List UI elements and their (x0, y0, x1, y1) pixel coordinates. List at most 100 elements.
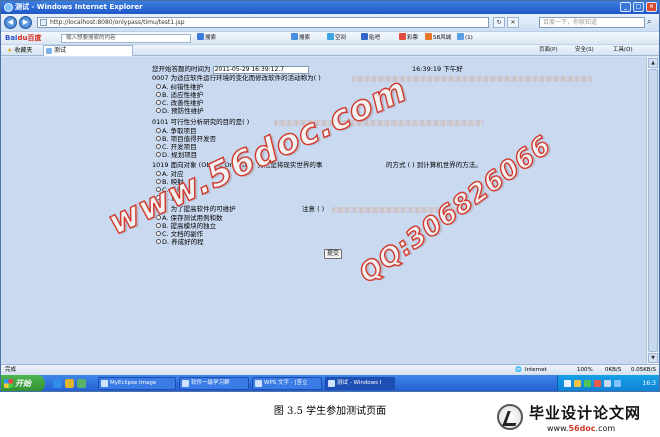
scroll-up-icon[interactable]: ▲ (648, 58, 658, 68)
q2-option-b[interactable]: B. 项目值得开发否 (156, 135, 216, 143)
question-2: 0101 可行性分析研究的目的是( ) (152, 118, 250, 126)
radio-button (156, 84, 161, 89)
obscured-text (332, 207, 472, 213)
safety-menu[interactable]: 安全(S) (575, 45, 594, 56)
security-zone: Internet (525, 367, 547, 373)
q2-option-d[interactable]: D. 规划项目 (156, 151, 197, 159)
radio-button (156, 223, 161, 228)
space-icon (327, 33, 334, 40)
tieba-icon (361, 33, 368, 40)
forward-button[interactable]: ▶ (19, 16, 32, 29)
baidu-logo: Baidu百度 (5, 34, 42, 42)
system-tray: 16:3 (557, 375, 659, 391)
search-icon (291, 33, 298, 40)
page-icon (46, 48, 52, 54)
ie-window: 测试 - Windows Internet Explorer _ □ × ◀ ▶… (0, 0, 660, 392)
site-logo: 毕业设计论文网 www.56doc.com (497, 400, 657, 436)
tray-icon (564, 380, 571, 387)
radio-button (156, 187, 161, 192)
q4-option-b[interactable]: B. 提高模块的独立 (156, 222, 216, 230)
start-button[interactable]: 开始 (1, 375, 45, 391)
question-4: 1101 为了提高软件的可维护 (152, 205, 236, 213)
scroll-down-icon[interactable]: ▼ (648, 353, 658, 363)
logo-url: www.56doc.com (547, 424, 616, 433)
q4-option-d[interactable]: D. 养成好的程 (156, 238, 204, 246)
refresh-icon[interactable]: ↻ (493, 17, 505, 28)
task-ie[interactable]: 测试 - Windows I (325, 377, 395, 390)
radio-button (156, 128, 161, 133)
clock-text: 16:39:19 下午好 (412, 65, 463, 73)
radio-button (156, 136, 161, 141)
window-controls: _ □ × (620, 2, 657, 12)
ie-icon (4, 3, 13, 12)
task-wps[interactable]: WPS 文字 - [答立 (252, 377, 322, 390)
radio-button (156, 144, 161, 149)
q3-option-b[interactable]: B. 映射 (156, 178, 184, 186)
radio-button (156, 108, 161, 113)
sb-icon (425, 33, 432, 40)
obscured-text (352, 76, 592, 82)
maximize-button[interactable]: □ (633, 2, 644, 12)
logo-title: 毕业设计论文网 (529, 404, 642, 422)
q3-option-c[interactable]: C. 反映 (156, 186, 184, 194)
taskbar: 开始 MyEclipse Image 软件一级学习群 WPS 文字 - [答立 … (1, 375, 659, 391)
logo-emblem-icon (497, 404, 523, 430)
submit-button[interactable]: 提交 (324, 249, 342, 259)
task-qq-group[interactable]: 软件一级学习群 (179, 377, 249, 390)
task-myeclipse[interactable]: MyEclipse Image (98, 377, 176, 390)
radio-button (156, 152, 161, 157)
radio-button (156, 179, 161, 184)
url-text: http://localhost:8080/onlypass/timu/test… (50, 19, 185, 26)
q2-option-a[interactable]: A. 争取项目 (156, 127, 196, 135)
q3-option-d[interactable]: D. 反射 (156, 194, 184, 202)
ie-quicklaunch-icon[interactable] (53, 379, 62, 388)
close-button[interactable]: × (646, 2, 657, 12)
tab-test[interactable]: 测试 (43, 45, 133, 56)
globe-icon: 🌐 (515, 367, 522, 373)
q4-option-a[interactable]: A. 保存测试用例和数 (156, 214, 222, 222)
radio-button (156, 231, 161, 236)
search-input[interactable]: 百度一下，你就知道 (539, 17, 645, 28)
tray-icon (584, 380, 591, 387)
tray-icon (604, 380, 611, 387)
q3-option-a[interactable]: A. 对应 (156, 170, 183, 178)
start-time-field[interactable]: 2011-05-29 16:39:12.7 (212, 66, 309, 74)
window-title: 测试 - Windows Internet Explorer (15, 3, 143, 11)
stop-icon[interactable]: ✕ (507, 17, 519, 28)
baidu-search-input[interactable]: 输入想要搜索的内容 (61, 34, 191, 43)
zoom-level[interactable]: 100% (577, 365, 593, 375)
tray-icon (594, 380, 601, 387)
q2-option-c[interactable]: C. 开发项目 (156, 143, 197, 151)
watermark-site: www.56doc.com (101, 69, 414, 244)
q1-option-c[interactable]: C. 改善性维护 (156, 99, 203, 107)
q1-option-d[interactable]: D. 预防性维护 (156, 107, 204, 115)
search-icon[interactable]: ⌕ (647, 17, 657, 28)
tools-menu[interactable]: 工具(O) (613, 45, 633, 56)
minimize-button[interactable]: _ (620, 2, 631, 12)
scroll-thumb[interactable] (648, 69, 658, 352)
question-3-tail: 的方式 ( ) 到计算机世界的方法。 (386, 161, 482, 169)
q1-option-a[interactable]: A. 纠错性维护 (156, 83, 203, 91)
lottery-icon (399, 33, 406, 40)
start-time-label: 您开始答题的时间为 (152, 65, 211, 73)
folder-quicklaunch-icon[interactable] (65, 379, 74, 388)
back-button[interactable]: ◀ (4, 16, 17, 29)
notify-icon (457, 33, 464, 40)
tray-icon (574, 380, 581, 387)
desktop-quicklaunch-icon[interactable] (77, 379, 86, 388)
vertical-scrollbar[interactable]: ▲ ▼ (646, 57, 658, 364)
speed-left: 0KB/S (605, 367, 622, 373)
obscured-text (274, 120, 484, 126)
favorites-button[interactable]: ★ 收藏夹 (7, 46, 32, 56)
radio-button (156, 195, 161, 200)
url-input[interactable]: http://localhost:8080/onlypass/timu/test… (37, 17, 489, 28)
address-bar: ◀ ▶ http://localhost:8080/onlypass/timu/… (1, 14, 659, 31)
baidu-toolbar: Baidu百度 输入想要搜索的内容 搜索 搜索 空间 贴吧 彩票 SB风城 (1… (1, 31, 659, 44)
q1-option-b[interactable]: B. 适应性维护 (156, 91, 203, 99)
page-icon (40, 19, 47, 26)
radio-button (156, 215, 161, 220)
star-icon: ★ (7, 47, 13, 54)
q4-option-c[interactable]: C. 文档的副作 (156, 230, 203, 238)
page-menu[interactable]: 页面(P) (539, 45, 558, 56)
radio-button (156, 100, 161, 105)
